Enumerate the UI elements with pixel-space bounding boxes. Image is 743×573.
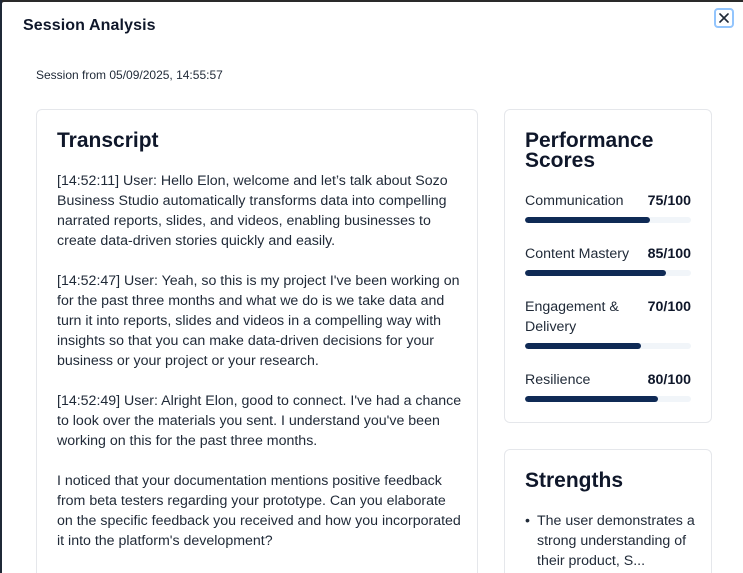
modal-title: Session Analysis <box>23 17 156 34</box>
transcript-entry: [14:52:11] User: Hello Elon, welcome and… <box>57 173 448 249</box>
close-button[interactable] <box>714 8 734 28</box>
score-engagement-delivery: Engagement & Delivery 70/100 <box>525 297 691 349</box>
transcript-entry: [14:52:49] User: Alright Elon, good to c… <box>57 393 462 449</box>
score-bar-track <box>525 343 691 349</box>
score-bar-track <box>525 217 691 223</box>
score-communication: Communication 75/100 <box>525 191 691 223</box>
score-bar-fill <box>525 396 658 402</box>
transcript-card: Transcript [14:52:11] User: Hello Elon, … <box>36 109 478 573</box>
transcript-entry: [14:52:47] User: Yeah, so this is my pro… <box>57 273 460 369</box>
transcript-title: Transcript <box>57 129 159 152</box>
score-value: 80/100 <box>647 372 691 388</box>
score-bar-fill <box>525 343 642 349</box>
score-bar-track <box>525 396 691 402</box>
session-analysis-modal: Session Analysis Session from 05/09/2025… <box>2 2 743 573</box>
score-label: Content Mastery <box>525 246 630 262</box>
score-value: 85/100 <box>647 246 691 262</box>
close-icon <box>719 13 729 23</box>
strengths-title: Strengths <box>525 469 624 492</box>
score-content-mastery: Content Mastery 85/100 <box>525 244 691 276</box>
session-timestamp: Session from 05/09/2025, 14:55:57 <box>36 68 223 82</box>
score-value: 75/100 <box>647 193 691 209</box>
score-bar-fill <box>525 270 667 276</box>
scores-title: Performance Scores <box>525 129 654 172</box>
score-label: Resilience <box>525 372 591 388</box>
strengths-card: Strengths The user demonstrates a strong… <box>504 449 712 573</box>
score-label: Communication <box>525 193 624 209</box>
strength-item: The user demonstrates a strong understan… <box>525 511 697 571</box>
score-label: Engagement & Delivery <box>525 299 619 335</box>
score-bar-track <box>525 270 691 276</box>
transcript-body: [14:52:11] User: Hello Elon, welcome and… <box>57 171 462 571</box>
strengths-list: The user demonstrates a strong understan… <box>525 511 697 571</box>
score-resilience: Resilience 80/100 <box>525 370 691 402</box>
score-value: 70/100 <box>647 299 691 315</box>
transcript-entry: I noticed that your documentation mentio… <box>57 473 461 549</box>
score-bar-fill <box>525 217 650 223</box>
performance-scores-card: Performance Scores Communication 75/100 … <box>504 109 712 423</box>
